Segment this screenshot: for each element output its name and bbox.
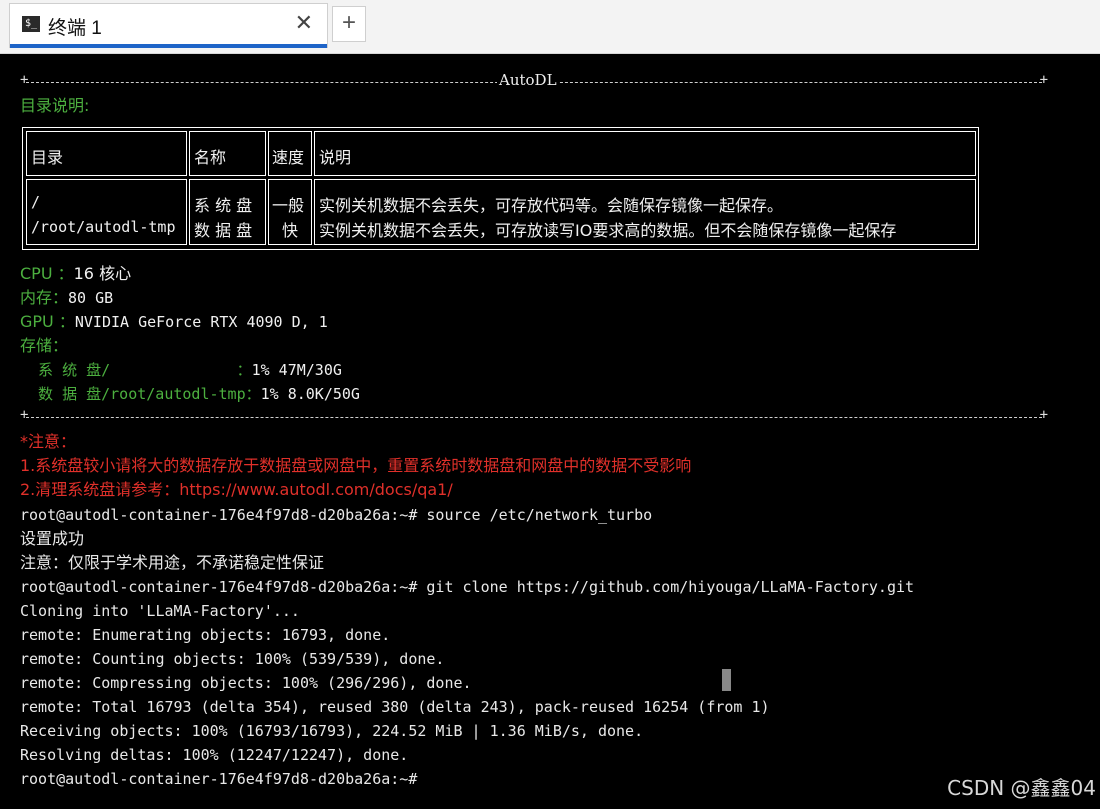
terminal-line: Receiving objects: 100% (16793/16793), 2… <box>20 722 644 740</box>
spec-gpu: GPU ：NVIDIA GeForce RTX 4090 D, 1 <box>20 312 328 331</box>
terminal-line: Resolving deltas: 100% (12247/12247), do… <box>20 746 409 764</box>
terminal-line: remote: Compressing objects: 100% (296/2… <box>20 674 472 692</box>
table-header-cell: 目录 <box>26 131 187 176</box>
terminal-line: Cloning into 'LLaMA-Factory'... <box>20 602 300 620</box>
watermark: CSDN @鑫鑫04 <box>947 776 1096 800</box>
terminal-line: remote: Counting objects: 100% (539/539)… <box>20 650 445 668</box>
terminal-prompt[interactable]: root@autodl-container-176e4f97d8-d20ba26… <box>20 769 417 789</box>
notice-line-2: 2.清理系统盘请参考：https://www.autodl.com/docs/q… <box>20 480 453 499</box>
terminal-icon: $_ <box>22 16 40 32</box>
spec-memory: 内存：80 GB <box>20 288 114 307</box>
table-row-name: 系 统 盘 数 据 盘 <box>189 179 266 245</box>
spec-cpu: CPU ：16 核心 <box>20 264 132 283</box>
terminal-line: 注意：仅限于学术用途，不承诺稳定性保证 <box>20 553 325 572</box>
tab-terminal-1[interactable]: $_ 终端 1 ✕ <box>9 3 328 48</box>
terminal-line: root@autodl-container-176e4f97d8-d20ba26… <box>20 506 653 524</box>
directory-table: 目录 名称 速度 说明 / /root/autodl-tmp 系 统 盘 数 据… <box>22 127 979 250</box>
table-row-dir: / /root/autodl-tmp <box>26 179 187 245</box>
table-row-desc: 实例关机数据不会丢失，可存放代码等。会随保存镜像一起保存。 实例关机数据不会丢失… <box>314 179 976 245</box>
terminal-line: remote: Enumerating objects: 16793, done… <box>20 626 391 644</box>
close-icon[interactable]: ✕ <box>295 10 313 36</box>
terminal-output[interactable]: + AutoDL + 目录说明: 目录 名称 速度 说明 / /root/aut… <box>0 55 1100 809</box>
notice-title: *注意： <box>20 432 77 451</box>
spec-data-disk: 数 据 盘/root/autodl-tmp：1% 8.0K/50G <box>20 385 360 403</box>
tab-bar: $_ 终端 1 ✕ + <box>0 0 1100 54</box>
table-header-cell: 说明 <box>314 131 976 176</box>
terminal-line: root@autodl-container-176e4f97d8-d20ba26… <box>20 578 915 596</box>
spec-system-disk: 系 统 盘/ ：1% 47M/30G <box>20 361 342 379</box>
banner-rule-top: + AutoDL + <box>20 71 1048 89</box>
notice-line-1: 1.系统盘较小请将大的数据存放于数据盘或网盘中，重置系统时数据盘和网盘中的数据不… <box>20 456 692 475</box>
section-title: 目录说明: <box>20 96 90 115</box>
terminal-line: 设置成功 <box>20 529 85 548</box>
table-header-cell: 速度 <box>268 131 312 176</box>
active-tab-indicator <box>10 44 327 48</box>
new-tab-button[interactable]: + <box>332 6 366 42</box>
tab-title: 终端 1 <box>48 18 102 39</box>
terminal-line: remote: Total 16793 (delta 354), reused … <box>20 698 770 716</box>
banner-label: AutoDL <box>497 71 559 89</box>
table-row-speed: 一般 快 <box>268 179 312 245</box>
spec-storage-title: 存储： <box>20 336 69 355</box>
table-header-cell: 名称 <box>189 131 266 176</box>
text-cursor <box>722 669 731 691</box>
banner-rule-bottom: + + <box>20 407 1048 423</box>
